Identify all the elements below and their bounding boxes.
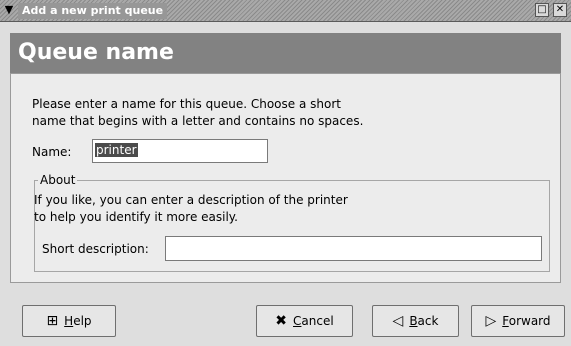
- maximize-icon[interactable]: □: [535, 3, 549, 17]
- help-icon: ⊞: [46, 313, 59, 329]
- back-label: Back: [409, 314, 439, 328]
- cancel-label: Cancel: [293, 314, 334, 328]
- short-description-label: Short description:: [42, 242, 149, 256]
- cancel-button[interactable]: ✖ Cancel: [256, 305, 353, 337]
- page-header: Queue name: [10, 33, 561, 73]
- forward-button[interactable]: ▷ Forward: [471, 305, 565, 337]
- intro-line-2: name that begins with a letter and conta…: [32, 114, 364, 128]
- short-description-input[interactable]: [165, 236, 542, 261]
- queue-name-input[interactable]: printer: [92, 139, 268, 163]
- page-title: Queue name: [18, 40, 174, 65]
- window-title: Add a new print queue: [18, 3, 168, 19]
- forward-label: Forward: [502, 314, 551, 328]
- help-label: Help: [64, 314, 92, 328]
- back-arrow-icon: ◁: [392, 313, 404, 329]
- intro-line-1: Please enter a name for this queue. Choo…: [32, 97, 341, 111]
- about-text: If you like, you can enter a description…: [34, 192, 454, 226]
- about-line-1: If you like, you can enter a description…: [34, 193, 348, 207]
- about-line-2: to help you identify it more easily.: [34, 210, 238, 224]
- intro-text: Please enter a name for this queue. Choo…: [32, 96, 452, 130]
- name-label: Name:: [32, 145, 72, 159]
- queue-name-value: printer: [95, 143, 138, 157]
- help-button[interactable]: ⊞ Help: [22, 305, 116, 337]
- title-bar: ▼ Add a new print queue □ ✕: [0, 0, 571, 22]
- window-menu-icon[interactable]: ▼: [2, 3, 16, 17]
- close-icon[interactable]: ✕: [553, 3, 567, 17]
- back-button[interactable]: ◁ Back: [372, 305, 459, 337]
- cancel-icon: ✖: [275, 313, 288, 329]
- forward-arrow-icon: ▷: [485, 313, 497, 329]
- about-frame-label: About: [38, 173, 78, 187]
